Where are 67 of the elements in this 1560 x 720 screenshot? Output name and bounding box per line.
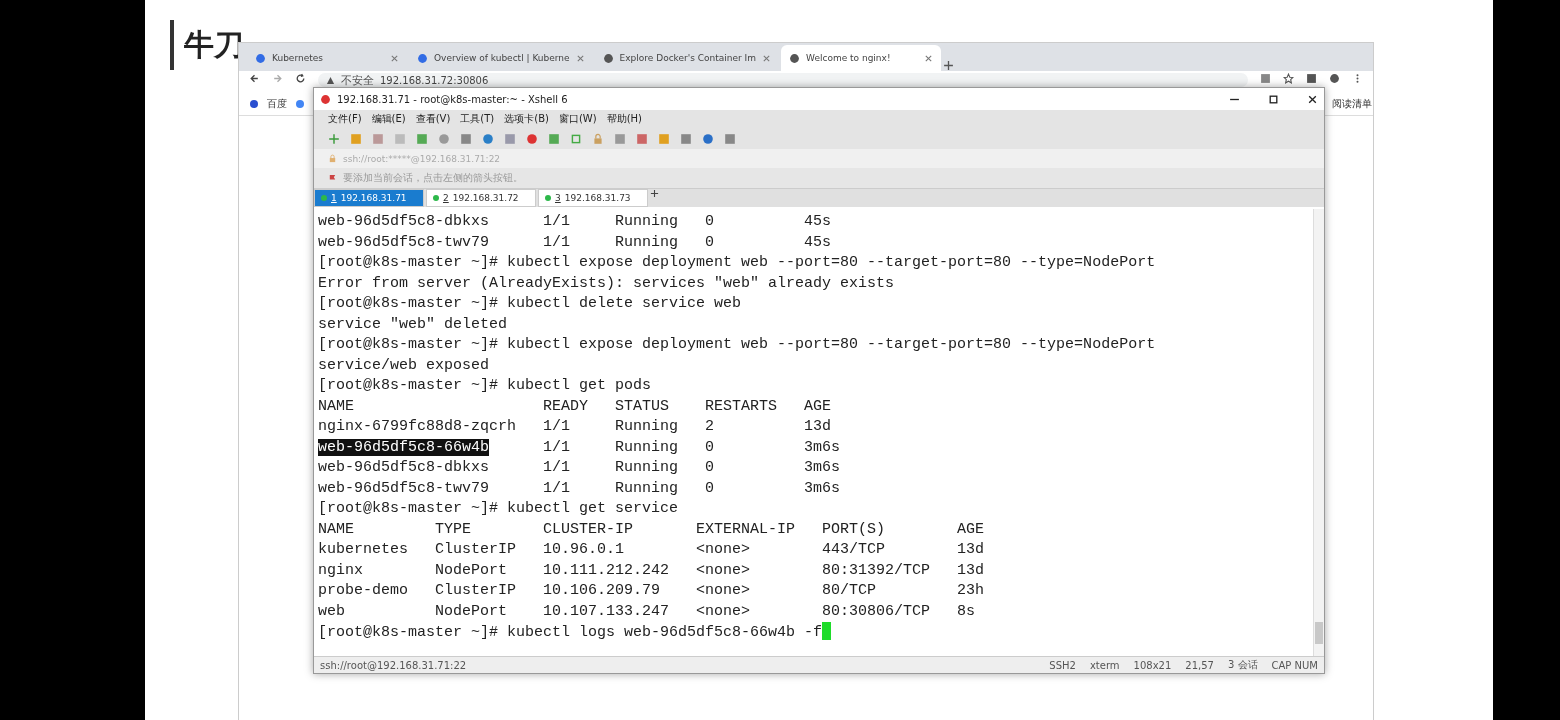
reading-list-link[interactable]: 阅读清单 — [1332, 97, 1372, 111]
status-connection: ssh://root@192.168.31.71:22 — [320, 659, 467, 671]
terminal-line: [root@k8s-master ~]# kubectl get service — [318, 499, 680, 519]
browser-tab[interactable]: Welcome to nginx! — [781, 45, 942, 71]
status-item: 3 会话 — [1228, 658, 1258, 672]
terminal-line: web NodePort 10.107.133.247 <none> 80:30806/TCP 8s — [318, 601, 977, 622]
menu-item[interactable]: 文件(F) — [328, 112, 362, 126]
status-dot-icon — [433, 195, 439, 201]
terminal-line: web-96d5df5c8-twv79 1/1 Running 0 3m6s — [318, 478, 842, 499]
address-bar[interactable]: 不安全 192.168.31.72:30806 — [318, 73, 1248, 87]
terminal-line: Error from server (AlreadyExists): services "web" already exists — [318, 273, 896, 294]
status-dot-icon — [545, 195, 551, 201]
new-tab-icon[interactable] — [943, 60, 955, 71]
menu-item[interactable]: 窗口(W) — [558, 112, 597, 126]
browser-tab[interactable]: Explore Docker's Container Im — [594, 45, 780, 71]
browser-tab[interactable]: Kubernetes — [247, 45, 407, 71]
status-item: 108x21 — [1133, 659, 1172, 671]
terminal-line: [root@k8s-master ~]# kubectl get pods — [318, 376, 653, 396]
reload-icon[interactable] — [295, 73, 306, 84]
window-title: 192.168.31.71 - root@k8s-master:~ - Xshell 6 — [337, 93, 568, 105]
warning-icon — [326, 75, 335, 85]
terminal-line: [root@k8s-master ~]# kubectl delete service web — [318, 294, 743, 314]
terminal-line: kubernetes ClusterIP 10.96.0.1 <none> 443/TCP 13d — [318, 540, 986, 560]
fullscreen-icon[interactable] — [570, 132, 582, 145]
menu-item[interactable]: 选项卡(B) — [504, 112, 549, 126]
scrollbar[interactable] — [1313, 209, 1324, 656]
back-icon[interactable] — [249, 73, 260, 84]
forward-icon[interactable] — [272, 73, 283, 84]
terminal-line: web-96d5df5c8-twv79 1/1 Running 0 45s — [318, 232, 833, 253]
url-text: 192.168.31.72:30806 — [380, 74, 489, 86]
terminal-text: 1/1 Running 0 3m6s — [542, 438, 841, 456]
notice-text: 要添加当前会话，点击左侧的箭头按钮。 — [343, 171, 523, 185]
terminal-line: [root@k8s-master ~]# kubectl logs web-96d5df5c8-66w4b -f — [318, 622, 1309, 643]
security-label: 不安全 — [341, 72, 374, 88]
add-tab-icon[interactable] — [650, 189, 659, 198]
terminal-line: web-96d5df5c8-dbkxs 1/1 Running 0 45s — [318, 212, 833, 232]
terminal-line: NAME TYPE CLUSTER-IP EXTERNAL-IP PORT(S) AGE — [318, 519, 986, 540]
lock-icon[interactable] — [592, 132, 604, 145]
status-item: CAP NUM — [1271, 659, 1318, 671]
status-item: 21,57 — [1185, 659, 1214, 671]
bookmark-star-icon[interactable] — [1283, 73, 1294, 84]
terminal-line: NAME READY STATUS RESTARTS AGE — [318, 396, 833, 417]
menu-item[interactable]: 工具(T) — [460, 112, 495, 126]
menu-item[interactable]: 编辑(E) — [371, 112, 406, 126]
terminal-line: [root@k8s-master ~]# kubectl expose deployment web --port=80 --target-port=80 --type=NodePort — [318, 335, 1157, 355]
new-session-icon[interactable] — [328, 132, 340, 145]
session-tab[interactable]: 3 192.168.31.73 — [538, 189, 648, 207]
terminal-line: nginx-6799fc88d8-zqcrh 1/1 Running 2 13d — [318, 417, 833, 437]
terminal-line: service/web exposed — [318, 355, 491, 376]
session-tab[interactable]: 1 192.168.31.71 — [314, 189, 424, 207]
browser-tab[interactable]: Overview of kubectl | Kuberne — [409, 45, 593, 71]
menu-item[interactable]: 帮助(H) — [606, 112, 642, 126]
session-tab[interactable]: 2 192.168.31.72 — [426, 189, 536, 207]
terminal-line: nginx NodePort 10.111.212.242 <none> 80:31392/TCP 13d — [318, 560, 986, 581]
close-icon[interactable] — [1307, 93, 1318, 105]
status-item: xterm — [1089, 659, 1120, 671]
terminal-line: web-96d5df5c8-dbkxs 1/1 Running 0 3m6s — [318, 458, 842, 478]
status-dot-icon — [321, 195, 327, 201]
selected-text: web-96d5df5c8-66w4b — [318, 438, 490, 456]
menu-item[interactable]: 查看(V) — [415, 112, 451, 126]
lock-icon — [328, 154, 337, 163]
terminal-line: service "web" deleted — [318, 314, 509, 335]
status-item: SSH2 — [1049, 659, 1076, 671]
maximize-icon[interactable] — [1268, 93, 1279, 105]
terminal-line: [root@k8s-master ~]# kubectl expose deployment web --port=80 --target-port=80 --type=NodePort — [318, 253, 1157, 273]
bookmark-link[interactable]: 百度 — [267, 97, 287, 111]
terminal-line: probe-demo ClusterIP 10.106.209.79 <none> 80/TCP 23h — [318, 581, 986, 601]
